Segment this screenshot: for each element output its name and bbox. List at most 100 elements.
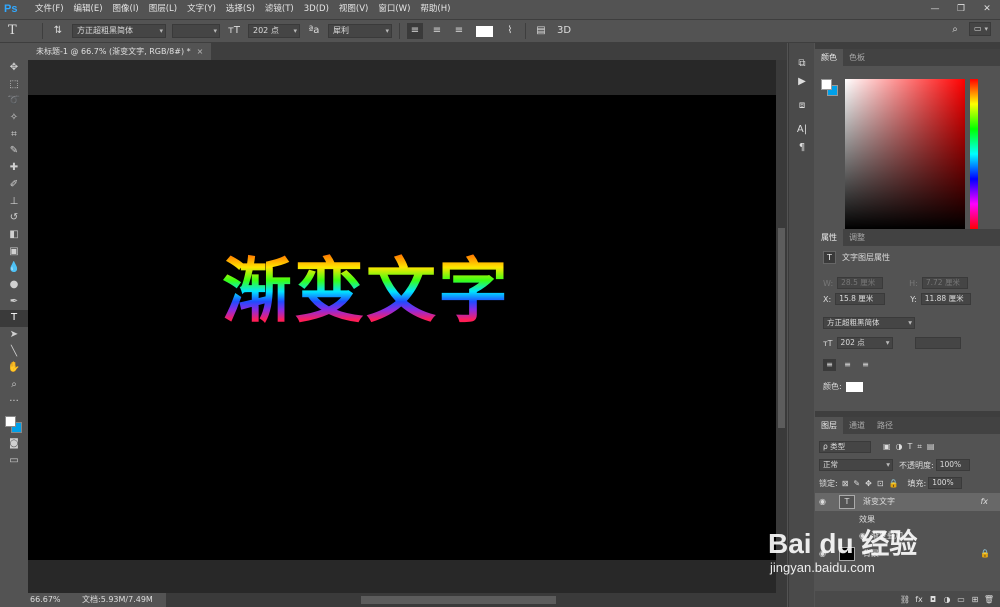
line-tool-icon[interactable]: ╲ [0, 344, 28, 361]
eyedropper-tool-icon[interactable]: ✎ [0, 143, 28, 160]
layer-comps-icon[interactable]: ⧈ [789, 97, 815, 115]
tab-color[interactable]: 颜色 [815, 49, 843, 66]
gradient-tool-icon[interactable]: ▣ [0, 244, 28, 261]
menu-select[interactable]: 选择(S) [221, 0, 260, 18]
mask-icon[interactable]: ◘ [926, 595, 940, 604]
brush-tool-icon[interactable]: ✐ [0, 177, 28, 194]
canvas-area[interactable]: 渐变文字 [28, 60, 776, 593]
foreground-color-chip[interactable] [5, 416, 16, 428]
layer-filter-icons[interactable]: ▣◑T⌗▤ [883, 442, 940, 452]
leading-select[interactable] [914, 337, 961, 349]
quick-mask-icon[interactable]: ◙ [0, 436, 28, 453]
menu-3d[interactable]: 3D(D) [299, 0, 334, 18]
new-layer-icon[interactable]: ⊞ [968, 595, 982, 604]
gradient-text[interactable]: 渐变文字 [222, 235, 510, 336]
foreground-color-chip[interactable] [821, 79, 832, 90]
text-color-swatch[interactable] [476, 25, 493, 37]
height-field[interactable]: 7.72 厘米 [921, 277, 968, 289]
layer-row-background[interactable]: ◉ 背景 🔒 [815, 545, 1000, 563]
text-color-swatch[interactable] [845, 381, 863, 392]
color-picker-field[interactable] [845, 79, 965, 229]
font-style-select[interactable]: ▾ [172, 24, 220, 38]
scroll-thumb[interactable] [361, 596, 556, 604]
menu-file[interactable]: 文件(F) [30, 0, 69, 18]
tab-swatches[interactable]: 色板 [843, 49, 871, 66]
hand-tool-icon[interactable]: ✋ [0, 360, 28, 377]
3d-button[interactable]: 3D [555, 23, 573, 39]
blend-mode-select[interactable]: 正常 ▾ [819, 459, 893, 471]
trash-icon[interactable]: 🗑 [982, 595, 996, 604]
close-button[interactable]: ✕ [974, 0, 1000, 18]
history-brush-tool-icon[interactable]: ↺ [0, 210, 28, 227]
menu-view[interactable]: 视图(V) [334, 0, 373, 18]
crop-tool-icon[interactable]: ⌗ [0, 127, 28, 144]
lasso-tool-icon[interactable]: ➰ [0, 93, 28, 110]
warp-text-icon[interactable]: ⌇ [502, 23, 518, 39]
text-orientation-icon[interactable]: ⇅ [50, 23, 66, 39]
eye-icon[interactable]: ◉ [819, 493, 826, 511]
screen-mode-icon[interactable]: ▭ [0, 453, 28, 470]
character-panel-icon[interactable]: ▤ [533, 23, 549, 39]
pen-tool-icon[interactable]: ✒ [0, 294, 28, 311]
fill-field[interactable]: 100% [928, 477, 963, 489]
close-tab-icon[interactable]: × [197, 47, 204, 56]
move-tool-icon[interactable]: ✥ [0, 60, 28, 77]
align-center-icon[interactable]: ≡ [841, 359, 854, 371]
path-selection-tool-icon[interactable]: ➤ [0, 327, 28, 344]
align-right-icon[interactable]: ≡ [451, 23, 467, 39]
menu-image[interactable]: 图像(I) [108, 0, 144, 18]
healing-brush-tool-icon[interactable]: ✚ [0, 160, 28, 177]
align-left-icon[interactable]: ≡ [823, 359, 836, 371]
folder-icon[interactable]: ▭ [954, 595, 968, 604]
document-info[interactable]: 文档:5.93M/7.49M [76, 593, 166, 607]
tab-channels[interactable]: 通道 [843, 417, 871, 434]
search-icon[interactable]: ⌕ [947, 22, 963, 38]
antialias-select[interactable]: 犀利 ▾ [328, 24, 392, 38]
font-size-select[interactable]: 202 点 ▾ [248, 24, 300, 38]
marquee-tool-icon[interactable]: ⬚ [0, 77, 28, 94]
vertical-scrollbar[interactable] [776, 60, 787, 593]
history-icon[interactable]: ⧉ [789, 55, 815, 73]
opacity-field[interactable]: 100% [935, 459, 970, 471]
font-family-select[interactable]: 方正超粗黑简体 ▾ [72, 24, 166, 38]
zoom-tool-icon[interactable]: ⌕ [0, 377, 28, 394]
props-font-size-select[interactable]: 202 点 ▾ [836, 337, 893, 349]
align-right-icon[interactable]: ≡ [859, 359, 872, 371]
width-field[interactable]: 28.5 厘米 [837, 277, 884, 289]
y-field[interactable]: 11.88 厘米 [920, 293, 971, 305]
lock-icons[interactable]: ⊠✎✥⊡🔒 [842, 479, 904, 488]
layer-filter-select[interactable]: ρ 类型 [819, 441, 871, 453]
minimize-button[interactable]: — [922, 0, 948, 18]
props-font-family-select[interactable]: 方正超粗黑简体 ▾ [823, 317, 915, 329]
zoom-level[interactable]: 66.67% [28, 593, 76, 607]
menu-window[interactable]: 窗口(W) [373, 0, 415, 18]
tool-preset-picker[interactable]: T [8, 21, 38, 41]
eye-icon[interactable]: ◉ [819, 545, 826, 563]
dodge-tool-icon[interactable]: ● [0, 277, 28, 294]
magic-wand-tool-icon[interactable]: ✧ [0, 110, 28, 127]
blur-tool-icon[interactable]: 💧 [0, 260, 28, 277]
paragraph-icon[interactable]: ¶ [789, 139, 815, 157]
tab-paths[interactable]: 路径 [871, 417, 899, 434]
align-left-icon[interactable]: ≡ [407, 23, 423, 39]
layer-row-text[interactable]: ◉ T 渐变文字 fx [815, 493, 1000, 511]
fx-icon[interactable]: fx [912, 595, 926, 604]
eye-icon[interactable]: ◉ [859, 527, 866, 545]
character-icon[interactable]: A| [789, 121, 815, 139]
menu-help[interactable]: 帮助(H) [415, 0, 455, 18]
workspace-select[interactable]: ▭ ▾ [969, 22, 991, 36]
type-tool-icon[interactable]: T [0, 310, 28, 327]
actions-play-icon[interactable]: ▶ [789, 73, 815, 91]
align-center-icon[interactable]: ≡ [429, 23, 445, 39]
clone-stamp-tool-icon[interactable]: ⊥ [0, 194, 28, 211]
menu-layer[interactable]: 图层(L) [144, 0, 182, 18]
menu-edit[interactable]: 编辑(E) [69, 0, 108, 18]
adjustment-icon[interactable]: ◑ [940, 595, 954, 604]
tab-properties[interactable]: 属性 [815, 229, 843, 246]
horizontal-scrollbar[interactable] [166, 593, 787, 607]
fx-icon[interactable]: fx [980, 493, 988, 511]
scroll-thumb[interactable] [778, 228, 785, 428]
maximize-button[interactable]: ❐ [948, 0, 974, 18]
hue-slider[interactable] [970, 79, 978, 229]
document-tab[interactable]: 未标题-1 @ 66.7% (渐变文字, RGB/8#) * × [28, 43, 212, 60]
